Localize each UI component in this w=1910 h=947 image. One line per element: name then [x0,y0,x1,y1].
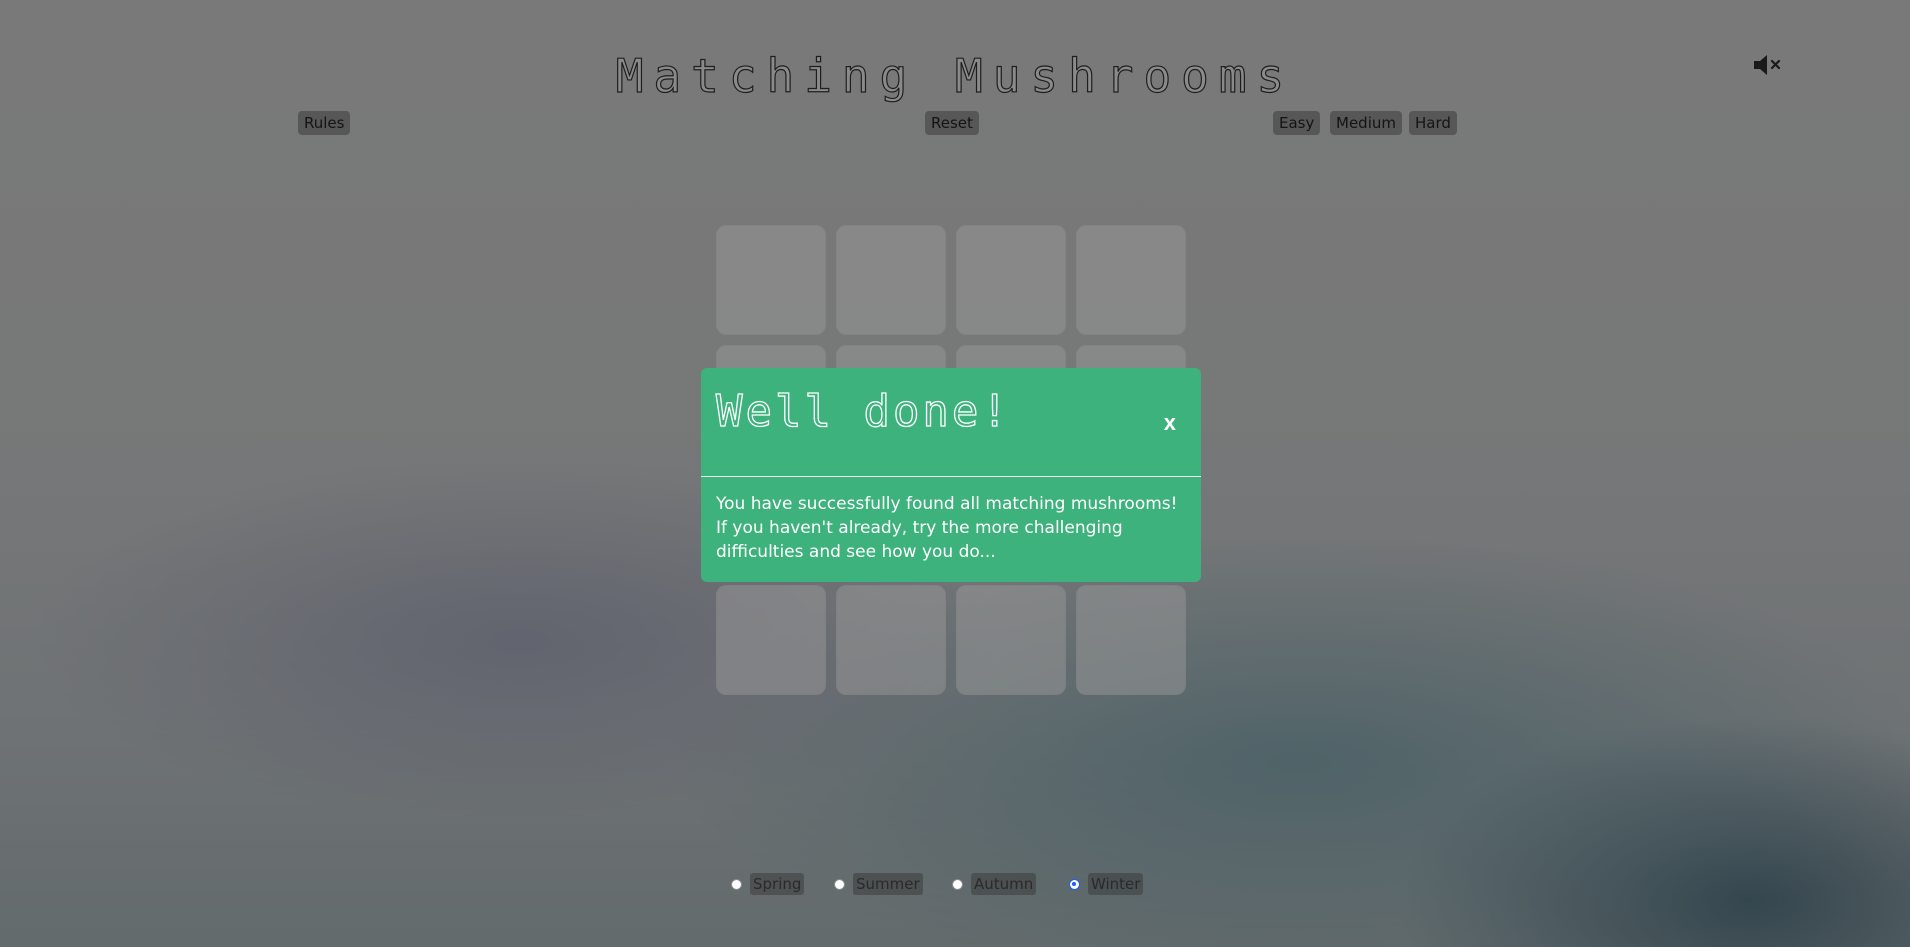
card-tile[interactable] [956,225,1066,335]
season-option-summer[interactable]: Summer [834,872,923,896]
card-tile[interactable] [836,225,946,335]
difficulty-hard-button[interactable]: Hard [1409,111,1457,135]
rules-button[interactable]: Rules [298,111,351,135]
radio-button[interactable] [952,878,963,890]
card-tile[interactable] [1076,225,1186,335]
season-label: Winter [1088,873,1144,895]
season-option-autumn[interactable]: Autumn [952,872,1037,896]
season-label: Autumn [971,873,1037,895]
difficulty-easy-button[interactable]: Easy [1273,111,1321,135]
card-tile[interactable] [716,225,826,335]
radio-button[interactable] [731,878,742,890]
season-option-winter[interactable]: Winter [1069,872,1144,896]
win-dialog-message: You have successfully found all matching… [716,494,1178,562]
card-tile[interactable] [956,585,1066,695]
reset-button[interactable]: Reset [925,111,979,135]
win-dialog-header: Well done! x [701,368,1201,477]
season-option-spring[interactable]: Spring [731,872,805,896]
speaker-muted-icon[interactable] [1752,52,1784,78]
close-button[interactable]: x [1164,412,1176,434]
season-label: Spring [750,873,805,895]
season-selector: Spring Summer Autumn Winter [0,872,1910,896]
radio-button-selected[interactable] [1069,878,1080,890]
difficulty-medium-button[interactable]: Medium [1330,111,1402,135]
card-tile[interactable] [1076,585,1186,695]
win-dialog-title: Well done! [715,385,1011,437]
radio-button[interactable] [834,878,845,890]
game-title: Matching Mushrooms [615,48,1295,103]
card-tile[interactable] [716,585,826,695]
season-label: Summer [853,873,923,895]
card-tile[interactable] [836,585,946,695]
win-dialog: Well done! x You have successfully found… [701,368,1201,582]
